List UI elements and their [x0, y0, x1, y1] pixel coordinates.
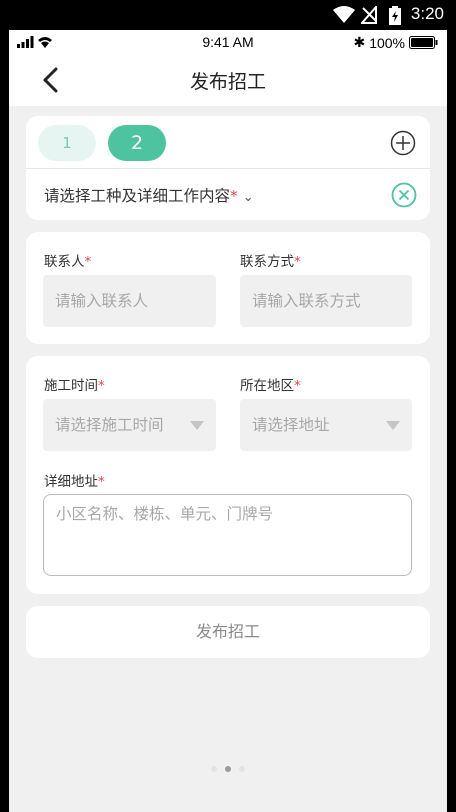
page-title: 发布招工: [189, 71, 266, 93]
region-label: 所在地区*: [240, 378, 301, 394]
battery-icon: [409, 36, 438, 49]
card-divider: [26, 168, 430, 169]
time-address-card: 施工时间* 请选择施工时间 所在地区* 请选择地址 详细地址* 小区名称、楼栋、…: [26, 356, 430, 594]
bluetooth-icon: ✱: [353, 34, 366, 50]
address-label: 详细地址*: [44, 474, 105, 490]
work-time-select[interactable]: 请选择施工时间: [43, 399, 216, 451]
app-screen: 9:41 AM ✱ 100% 发布招工 1 2 请选择工种及详细工作内容* ⌄ …: [9, 30, 447, 812]
remove-circle-icon[interactable]: [391, 182, 417, 208]
contact-method-input[interactable]: 请输入联系方式: [240, 275, 412, 327]
contact-method-label: 联系方式*: [240, 254, 301, 270]
work-time-label: 施工时间*: [44, 378, 105, 394]
required-mark: *: [230, 187, 238, 205]
contact-input[interactable]: 请输入联系人: [43, 275, 216, 327]
android-status-bar: 3:20: [0, 0, 456, 30]
ios-status-right: ✱ 100%: [353, 34, 439, 51]
dropdown-arrow-icon: [386, 421, 400, 430]
tab-1[interactable]: 1: [38, 125, 96, 161]
address-textarea[interactable]: 小区名称、楼栋、单元、门牌号: [43, 494, 412, 576]
wifi-icon: [333, 6, 355, 23]
add-circle-icon[interactable]: [390, 130, 416, 156]
android-clock: 3:20: [410, 4, 444, 23]
work-type-placeholder: 请选择工种及详细工作内容: [44, 187, 231, 205]
no-signal-icon: [361, 6, 377, 24]
chevron-down-icon: ⌄: [242, 190, 254, 205]
battery-percent: 100%: [369, 34, 405, 51]
contact-label: 联系人*: [44, 254, 92, 270]
tab-2[interactable]: 2: [108, 125, 166, 161]
work-type-card: 1 2 请选择工种及详细工作内容* ⌄: [26, 116, 430, 220]
ios-status-bar: 9:41 AM ✱ 100%: [9, 30, 447, 54]
dropdown-arrow-icon: [190, 421, 204, 430]
region-placeholder: 请选择地址: [252, 416, 330, 434]
page-indicator: [9, 766, 447, 772]
publish-button[interactable]: 发布招工: [26, 606, 430, 658]
work-time-placeholder: 请选择施工时间: [55, 416, 164, 434]
work-type-selector[interactable]: 请选择工种及详细工作内容* ⌄: [44, 184, 254, 206]
region-select[interactable]: 请选择地址: [240, 399, 412, 451]
nav-bar: 发布招工: [9, 54, 447, 106]
page-dot: [211, 766, 217, 772]
battery-charging-icon: [389, 6, 401, 25]
page-dot-active: [225, 766, 231, 772]
page-dot: [239, 766, 245, 772]
contact-card: 联系人* 请输入联系人 联系方式* 请输入联系方式: [26, 232, 430, 344]
